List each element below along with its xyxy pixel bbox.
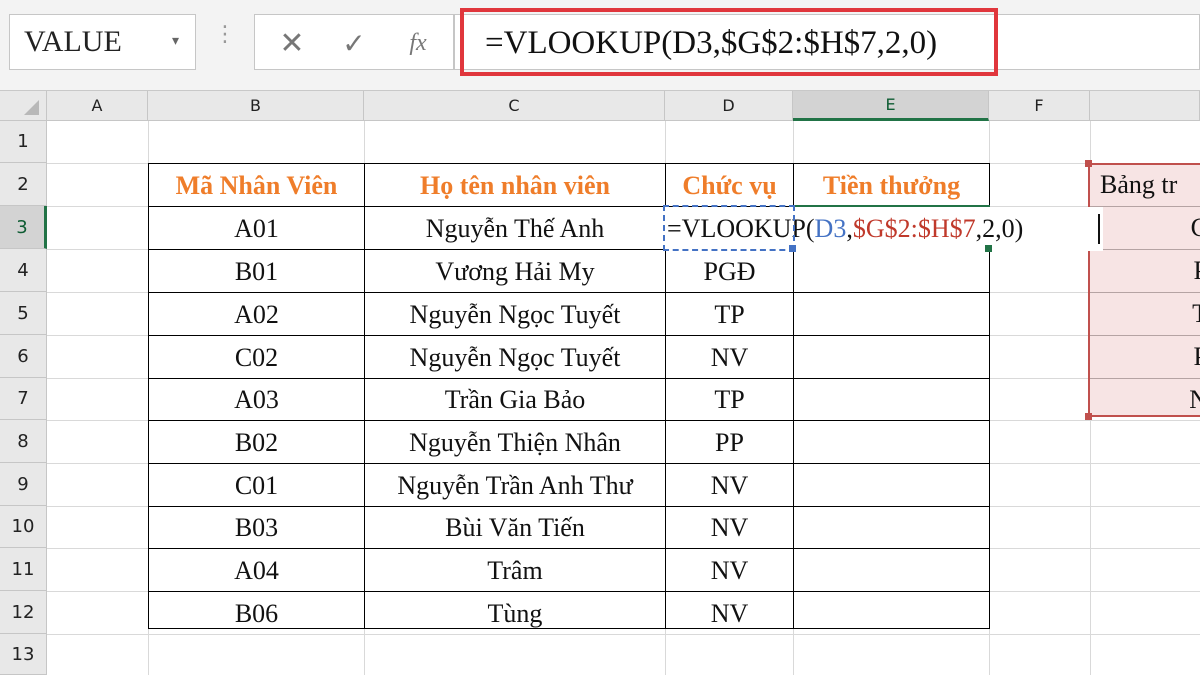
cell-name[interactable]: Nguyễn Thế Anh	[365, 207, 665, 250]
row-header-11[interactable]: 11	[0, 548, 47, 591]
row-header-9[interactable]: 9	[0, 463, 47, 506]
row-header-13[interactable]: 13	[0, 634, 47, 675]
cell-id[interactable]: B02	[149, 421, 364, 464]
column-header-f[interactable]: F	[989, 91, 1090, 121]
cell-id[interactable]: C01	[149, 464, 364, 507]
header-employee-id[interactable]: Mã Nhân Viên	[149, 164, 364, 207]
cell-name[interactable]: Trâm	[365, 549, 665, 592]
formula-args-text: ,2,0)	[975, 214, 1024, 243]
table-border	[148, 506, 990, 507]
header-position[interactable]: Chức vụ	[666, 164, 793, 207]
table-border	[148, 335, 990, 336]
table-border	[148, 163, 149, 629]
cell-id[interactable]: A03	[149, 378, 364, 421]
row-header-10[interactable]: 10	[0, 506, 47, 548]
formula-ref-range: $G$2:$H$7	[852, 214, 976, 243]
range-handle-icon[interactable]	[1085, 160, 1092, 167]
cell-position[interactable]: PGĐ	[666, 250, 793, 293]
table-border	[148, 463, 990, 464]
table-border	[148, 628, 990, 629]
cell-name[interactable]: Nguyễn Ngọc Tuyết	[365, 336, 665, 379]
column-header-g[interactable]	[1090, 91, 1200, 121]
cell-name[interactable]: Nguyễn Thiện Nhân	[365, 421, 665, 464]
cell-name[interactable]: Nguyễn Trần Anh Thư	[365, 464, 665, 507]
table-border	[148, 420, 990, 421]
row-header-7[interactable]: 7	[0, 378, 47, 420]
cell-position[interactable]: TP	[666, 293, 793, 336]
cancel-icon[interactable]: ✕	[261, 15, 323, 71]
cell-position[interactable]: NV	[666, 506, 793, 549]
cell-name[interactable]: Bùi Văn Tiến	[365, 506, 665, 549]
header-bonus[interactable]: Tiền thưởng	[794, 164, 989, 207]
row-header-2[interactable]: 2	[0, 163, 47, 206]
row-header-3[interactable]: 3	[0, 206, 47, 249]
cell-id[interactable]: A02	[149, 293, 364, 336]
column-header-d[interactable]: D	[665, 91, 793, 121]
chevron-down-icon[interactable]: ▾	[172, 33, 179, 49]
row-header-4[interactable]: 4	[0, 249, 47, 292]
formula-highlight-box	[460, 8, 998, 76]
cell-position[interactable]: NV	[666, 464, 793, 507]
table-border	[364, 163, 365, 629]
cell-position[interactable]: PP	[666, 421, 793, 464]
column-header-b[interactable]: B	[148, 91, 364, 121]
formula-ref-d3: D3	[814, 214, 847, 243]
cell-name[interactable]: Nguyễn Ngọc Tuyết	[365, 293, 665, 336]
reference-cell-border	[663, 205, 795, 251]
cell-name[interactable]: Vương Hải My	[365, 250, 665, 293]
table-border	[148, 292, 990, 293]
column-header-c[interactable]: C	[364, 91, 665, 121]
text-cursor	[1098, 214, 1100, 244]
cell-name[interactable]: Trần Gia Bảo	[365, 378, 665, 421]
table-border	[148, 591, 990, 592]
cell-id[interactable]: A01	[149, 207, 364, 250]
name-box[interactable]: VALUE ▾	[9, 14, 196, 70]
table-border	[148, 163, 990, 164]
row-header-6[interactable]: 6	[0, 335, 47, 378]
reference-range-border	[1088, 163, 1200, 417]
select-all-triangle-icon	[24, 100, 39, 115]
cell-position[interactable]: NV	[666, 549, 793, 592]
cell-id[interactable]: B03	[149, 506, 364, 549]
fill-handle-icon[interactable]	[985, 245, 992, 252]
row-header-5[interactable]: 5	[0, 292, 47, 335]
check-icon[interactable]: ✓	[323, 15, 385, 71]
column-header-a[interactable]: A	[47, 91, 148, 121]
insert-function-icon[interactable]: fx	[387, 15, 449, 71]
cell-position[interactable]: NV	[666, 336, 793, 379]
range-handle-icon[interactable]	[1085, 413, 1092, 420]
cell-id[interactable]: C02	[149, 336, 364, 379]
drag-handle-icon[interactable]: ⋮	[214, 24, 236, 46]
row-header-8[interactable]: 8	[0, 420, 47, 463]
table-border	[148, 548, 990, 549]
cell-position[interactable]: TP	[666, 378, 793, 421]
cell-id[interactable]: B01	[149, 250, 364, 293]
cell-id[interactable]: A04	[149, 549, 364, 592]
header-employee-name[interactable]: Họ tên nhân viên	[365, 164, 665, 207]
column-header-e[interactable]: E	[793, 91, 989, 121]
row-header-1[interactable]: 1	[0, 121, 47, 163]
range-handle-icon[interactable]	[789, 245, 796, 252]
table-border	[148, 378, 990, 379]
formula-buttons: ✕ ✓ fx	[254, 14, 454, 70]
name-box-value: VALUE	[24, 25, 122, 58]
row-header-12[interactable]: 12	[0, 591, 47, 634]
